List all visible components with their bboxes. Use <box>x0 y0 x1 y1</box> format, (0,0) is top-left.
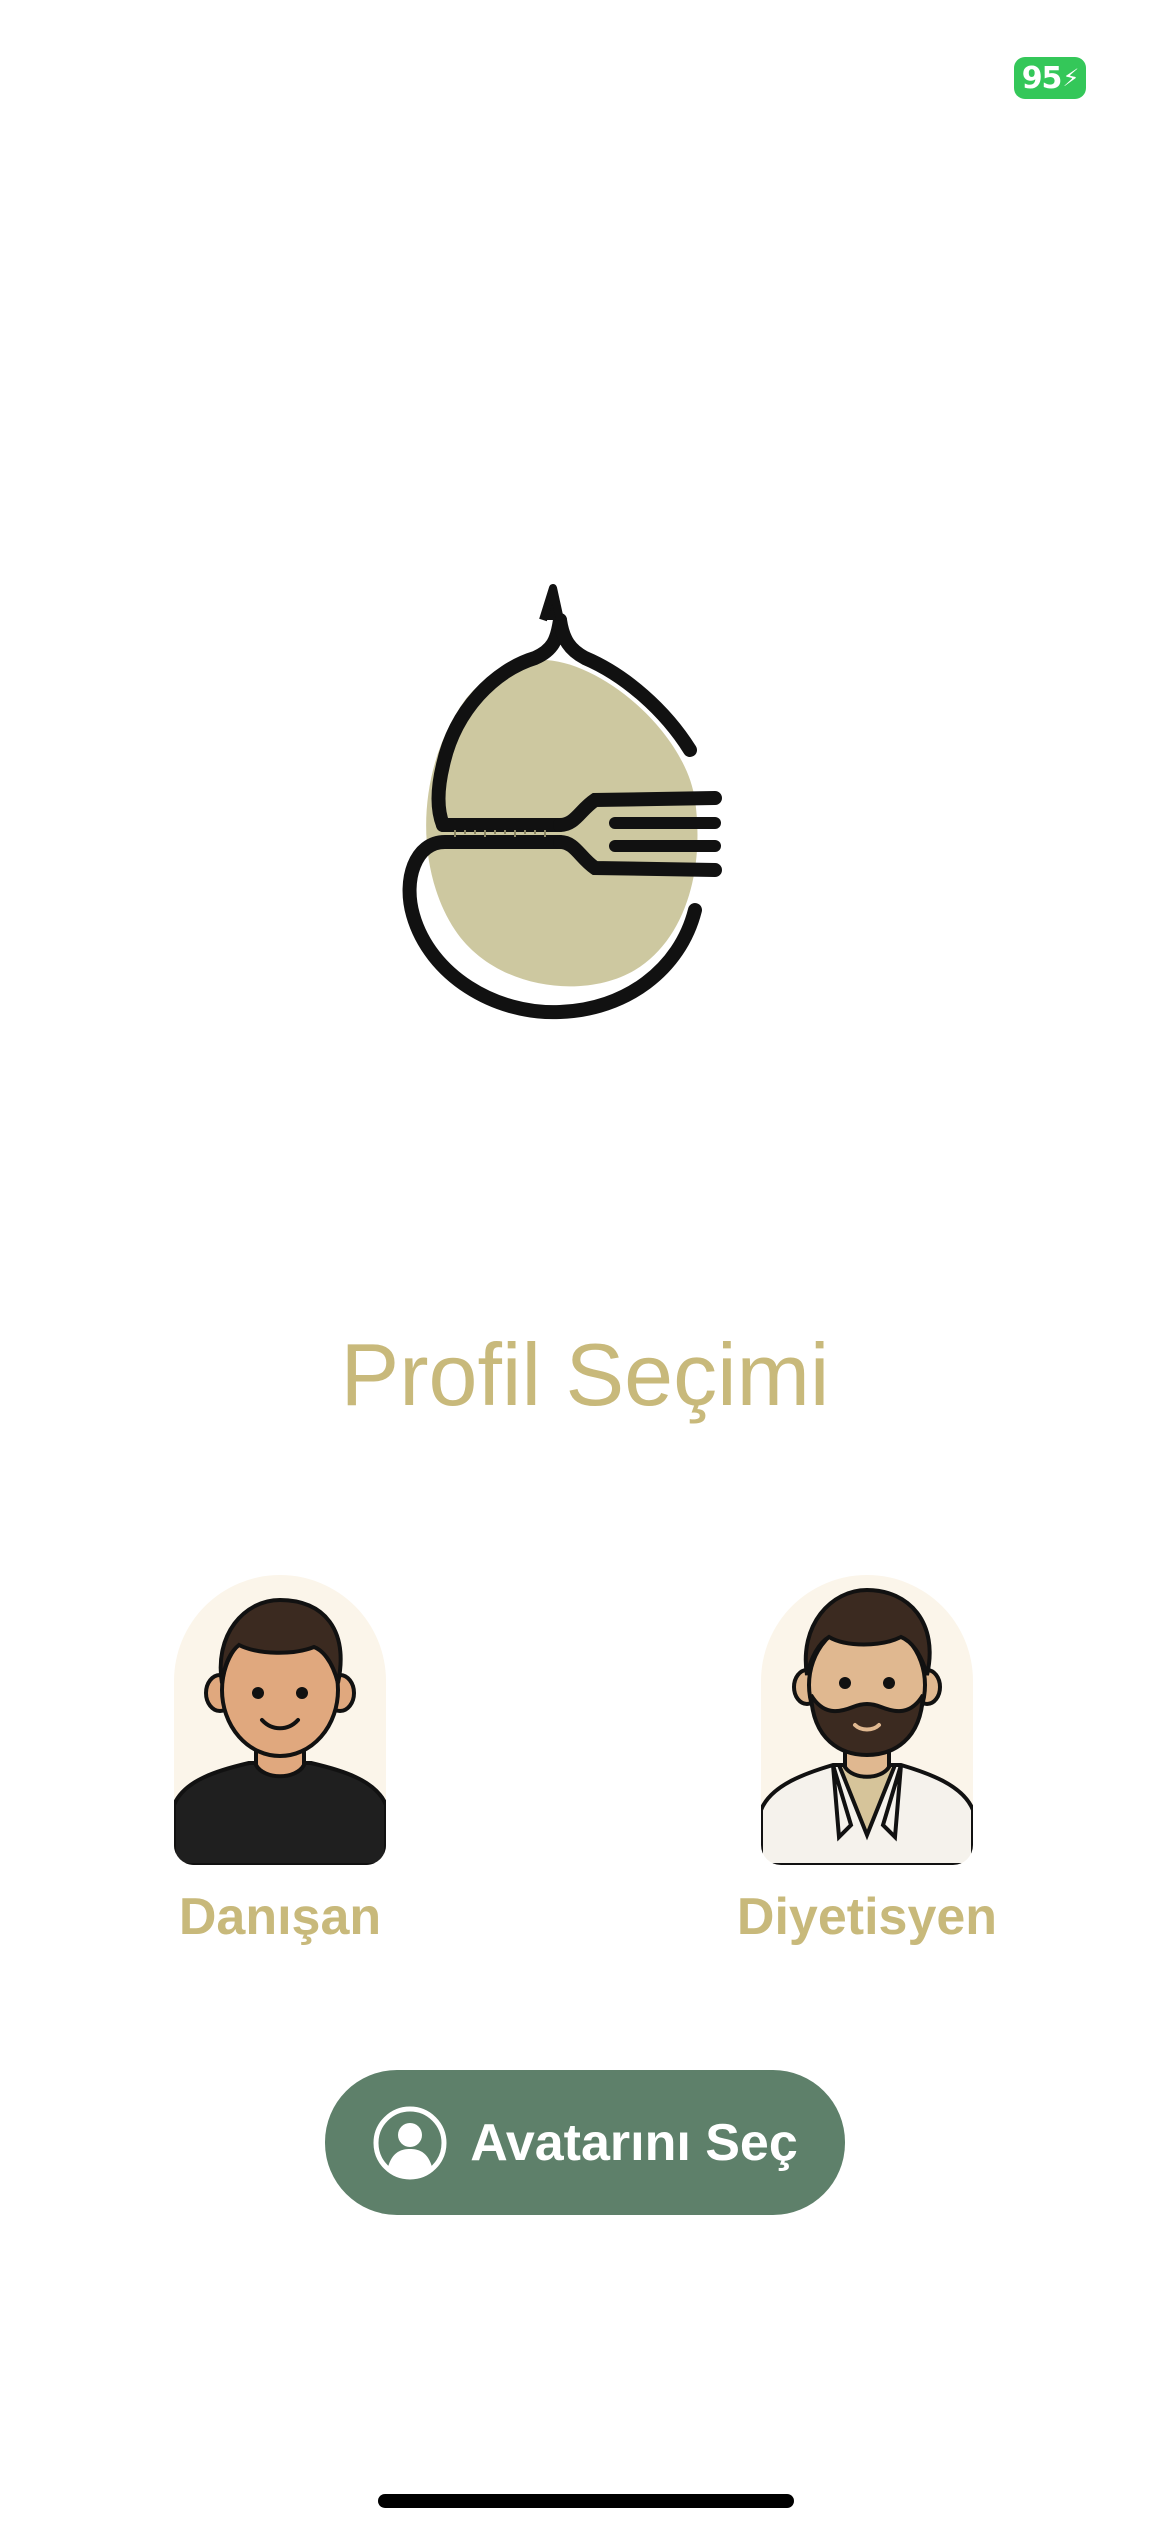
client-avatar[interactable] <box>174 1575 386 1865</box>
app-logo <box>385 580 725 1020</box>
profile-option-client[interactable]: Danışan <box>120 1575 440 1949</box>
charging-bolt-icon: ⚡ <box>1062 64 1079 92</box>
person-circle-icon <box>373 2106 447 2179</box>
profile-option-dietitian[interactable]: Diyetisyen <box>707 1575 1027 1949</box>
fork-droplet-logo-icon <box>402 584 722 1020</box>
battery-level: 95 <box>1021 60 1063 96</box>
page-title: Profil Seçimi <box>340 1325 830 1424</box>
dietitian-avatar[interactable] <box>761 1575 973 1865</box>
choose-avatar-label: Avatarını Seç <box>470 2113 798 2172</box>
home-indicator[interactable] <box>378 2494 794 2508</box>
battery-indicator: 95 ⚡ <box>1014 57 1086 99</box>
client-avatar-icon <box>174 1597 386 1865</box>
profile-label-client[interactable]: Danışan <box>179 1885 381 1949</box>
choose-avatar-button[interactable]: Avatarını Seç <box>325 2070 845 2215</box>
dietitian-avatar-icon <box>761 1587 973 1865</box>
profile-label-dietitian[interactable]: Diyetisyen <box>737 1885 997 1949</box>
